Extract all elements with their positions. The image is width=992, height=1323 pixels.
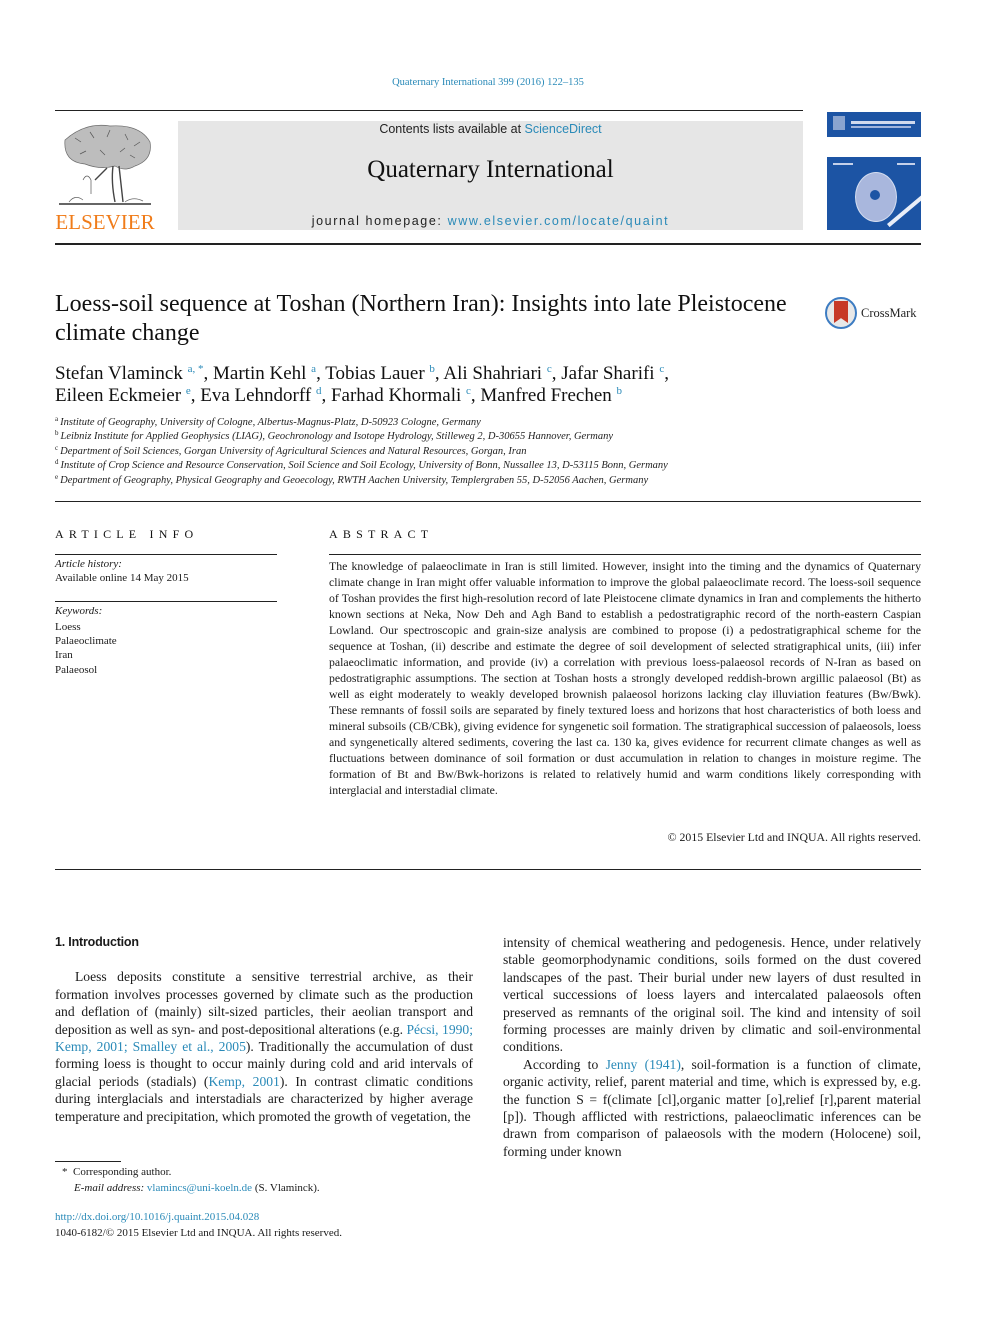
keywords-list: Loess Palaeoclimate Iran Palaeosol [55,620,117,677]
cover-title-text [851,121,915,124]
doi-link[interactable]: http://dx.doi.org/10.1016/j.quaint.2015.… [55,1211,259,1223]
homepage-link[interactable]: www.elsevier.com/locate/quaint [448,214,670,228]
masthead-bottom-rule [55,243,921,245]
text-run: , soil-formation is a function of climat… [503,1056,921,1159]
body-column-right: intensity of chemical weathering and ped… [503,934,921,1160]
article-info-heading: ARTICLE INFO [55,527,199,541]
body-column-left: 1. Introduction Loess deposits constitut… [55,934,473,1125]
text-run: intensity of chemical weathering and ped… [503,935,921,1055]
author-name[interactable]: Martin Kehl [213,363,306,384]
article-info-rule [55,554,277,555]
affiliation-marker[interactable]: b [617,385,623,397]
affiliation-text: Institute of Geography, University of Co… [60,417,481,428]
author-name[interactable]: Eileen Eckmeier [55,385,181,406]
affiliation-list: a Institute of Geography, University of C… [55,416,855,488]
cover-emblem-core [870,190,880,200]
keywords-label: Keywords: [55,605,103,617]
affiliation-key: e [55,472,59,481]
affiliation: d Institute of Crop Science and Resource … [55,459,855,473]
paragraph-continued: intensity of chemical weathering and ped… [503,934,921,1056]
affiliation-text: Leibniz Institute for Applied Geophysics… [60,431,614,443]
affiliation-text: Department of Geography, Physical Geogra… [60,474,649,486]
author-separator: , [203,363,214,384]
affiliation-text: Institute of Crop Science and Resource C… [60,460,668,472]
email-suffix: (S. Vlaminck). [252,1181,320,1194]
publisher-logo[interactable]: ELSEVIER [53,118,157,234]
author-separator: , [470,385,481,406]
cover-publisher-badge [833,116,845,130]
author-name[interactable]: Manfred Frechen [480,385,611,406]
affiliation-key: d [55,458,59,467]
journal-citation-link[interactable]: Quaternary International 399 (2016) 122–… [392,77,584,88]
affiliation: a Institute of Geography, University of C… [55,416,855,430]
affiliation-rule [55,501,921,502]
article-title: Loess-soil sequence at Toshan (Northern … [55,291,787,346]
author-name[interactable]: Tobias Lauer [325,363,424,384]
journal-cover-thumbnail[interactable] [827,112,921,230]
author-name[interactable]: Farhad Khormali [331,385,461,406]
text-run: According to [523,1056,606,1072]
email-link[interactable]: vlamincs@uni-koeln.de [147,1182,252,1194]
affiliation: c Department of Soil Sciences, Gorgan Uni… [55,443,855,459]
author-name[interactable]: Ali Shahriari [443,363,542,384]
article-history-value: Available online 14 May 2015 [55,572,189,584]
keyword: Iran [55,649,73,662]
journal-masthead: Contents lists available at ScienceDirec… [178,121,803,230]
article-history-label: Article history: [55,558,122,570]
author-name[interactable]: Eva Lehndorff [200,385,311,406]
contents-availability: Contents lists available at ScienceDirec… [178,122,803,136]
keyword: Palaeosol [55,663,98,676]
footnote-marker: * [62,1166,68,1178]
author-separator: , [190,385,201,406]
paragraph: Loess deposits constitute a sensitive te… [55,968,473,1125]
keyword: Loess [55,621,81,633]
homepage-label: journal homepage: [311,214,448,228]
corresponding-author-footnote: * Corresponding author. E-mail address: … [62,1165,320,1196]
sciencedirect-link[interactable]: ScienceDirect [525,122,602,136]
affiliation-key: b [55,429,59,438]
author-name[interactable]: Stefan Vlaminck [55,363,183,384]
abstract-body: The knowledge of palaeoclimate in Iran i… [329,559,921,797]
citation-link[interactable]: Jenny (1941) [606,1057,681,1072]
running-head-citation[interactable]: Quaternary International 399 (2016) 122–… [0,77,976,88]
author-separator: , [321,385,331,406]
cover-meta-right [897,163,915,165]
affiliation-key: a [55,415,59,423]
cover-white-band [827,137,921,157]
elsevier-wordmark: ELSEVIER [55,210,155,234]
abstract-copyright: © 2015 Elsevier Ltd and INQUA. All right… [667,830,921,844]
citation-link[interactable]: Kemp, 2001 [208,1074,279,1089]
footnote-rule [55,1161,121,1162]
abstract-bottom-rule [55,869,921,870]
affiliation-text: Department of Soil Sciences, Gorgan Univ… [60,445,527,457]
author-separator: , [551,363,562,384]
cover-subtitle-text [851,126,911,128]
author-list: Stefan Vlaminck a, *, Martin Kehl a, Tob… [55,363,815,407]
corresponding-author-text: Corresponding author. [73,1166,172,1178]
affiliation: e Department of Geography, Physical Geogr… [55,472,855,488]
crossmark-label: CrossMark [861,306,917,320]
affiliation: b Leibniz Institute for Applied Geophysic… [55,430,855,444]
doi-block: http://dx.doi.org/10.1016/j.quaint.2015.… [55,1210,342,1241]
abstract-heading: ABSTRACT [329,527,434,541]
tree-logo-icon [59,124,151,205]
section-heading-introduction: 1. Introduction [55,935,139,949]
contents-prefix: Contents lists available at [379,122,525,136]
paragraph: According to Jenny (1941), soil-formatio… [503,1056,921,1160]
keyword: Palaeoclimate [55,635,117,648]
masthead-top-rule [55,110,803,111]
crossmark-button[interactable]: CrossMark [825,297,925,335]
keywords-rule [55,601,277,602]
journal-homepage: journal homepage: www.elsevier.com/locat… [178,214,803,228]
affiliation-marker[interactable]: a, * [188,363,204,375]
author-name[interactable]: Jafar Sharifi [561,363,654,384]
author-separator: , [664,363,669,384]
email-label: E-mail address: [74,1181,145,1194]
affiliation-key: c [55,443,59,452]
abstract-rule [329,554,921,555]
cover-meta-left [833,163,853,165]
journal-title: Quaternary International [367,156,614,183]
issn-copyright: 1040-6182/© 2015 Elsevier Ltd and INQUA.… [55,1226,342,1239]
author-separator: , [316,363,326,384]
